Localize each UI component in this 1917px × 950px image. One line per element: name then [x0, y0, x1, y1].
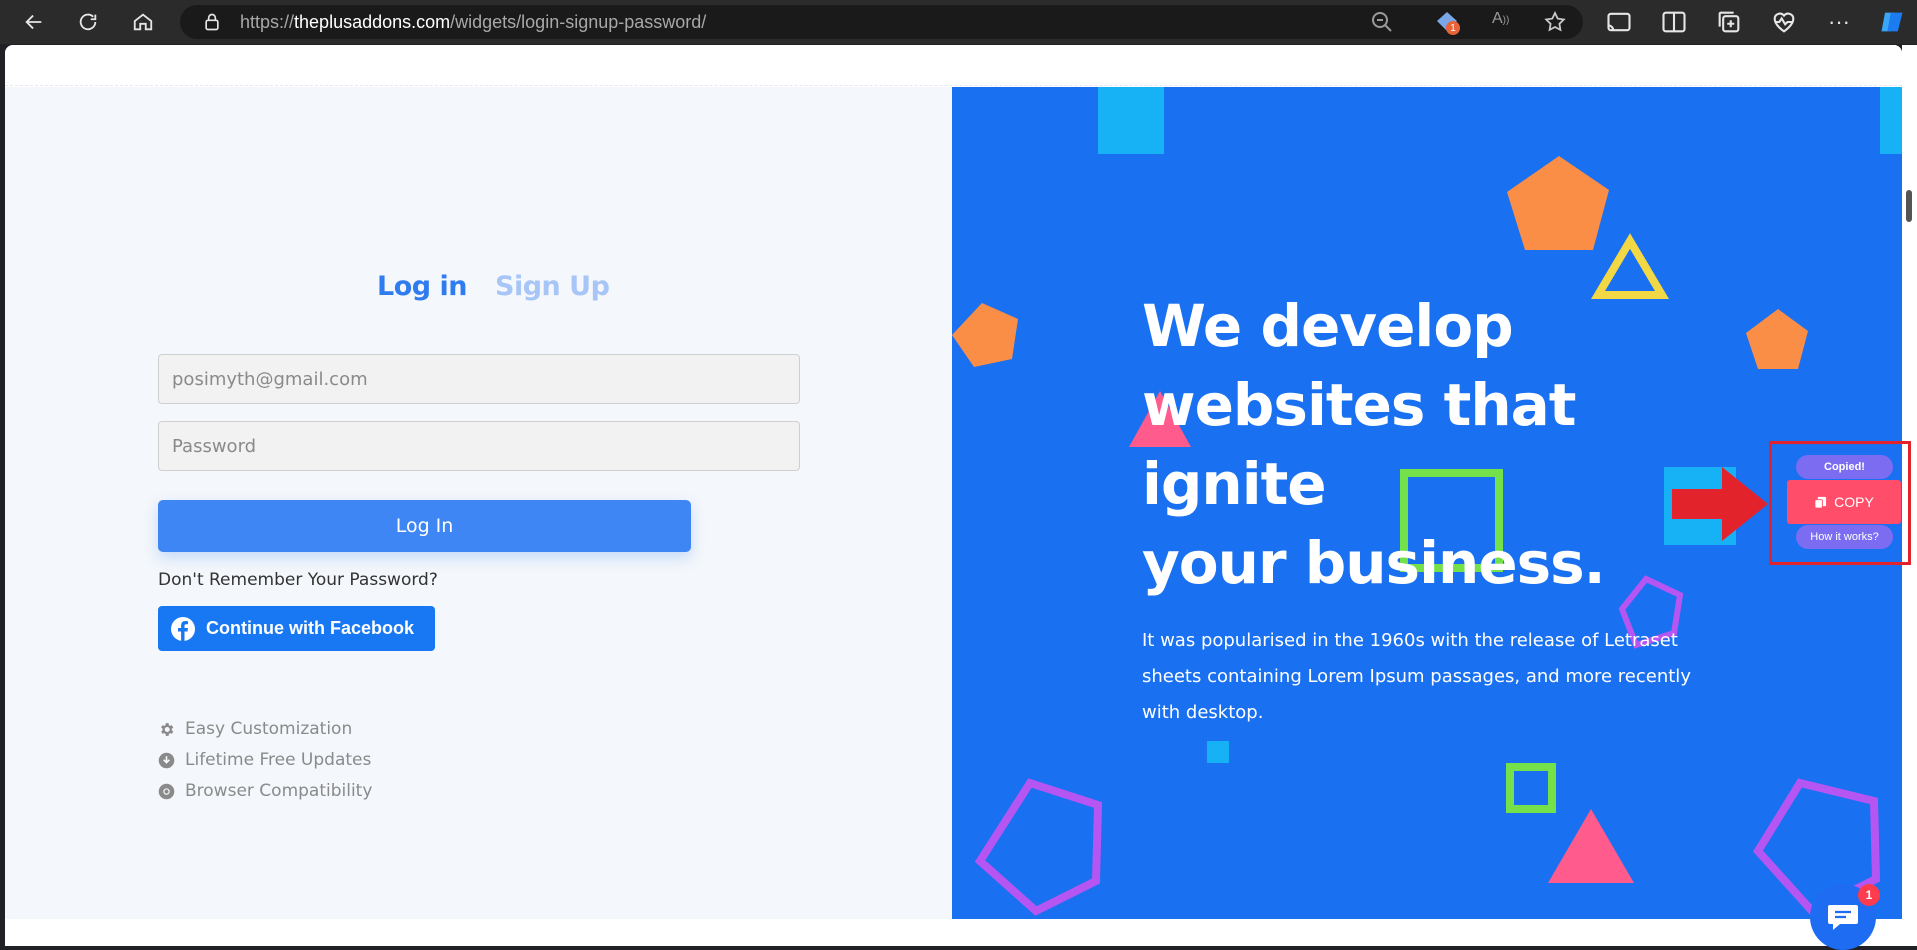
hero-text-line: sheets containing Lorem Ipsum passages, …	[1142, 666, 1691, 687]
favorite-star-icon[interactable]	[1543, 10, 1567, 34]
browser-toolbar: https://theplusaddons.com/widgets/login-…	[0, 0, 1917, 44]
feature-item: Browser Compatibility	[158, 781, 372, 801]
url-text[interactable]: https://theplusaddons.com/widgets/login-…	[240, 12, 706, 33]
split-screen-icon[interactable]	[1660, 8, 1688, 36]
decor-pentagon	[952, 303, 1018, 367]
copied-tooltip: Copied!	[1796, 455, 1893, 479]
tab-signup[interactable]: Sign Up	[495, 271, 610, 302]
facebook-icon	[171, 616, 195, 641]
feature-label: Browser Compatibility	[185, 781, 373, 801]
extension-badge: 1	[1446, 21, 1460, 35]
email-placeholder: posimyth@gmail.com	[172, 368, 368, 390]
gear-icon	[161, 722, 174, 736]
cast-icon[interactable]	[1605, 8, 1633, 36]
copy-icon	[1814, 496, 1827, 509]
feature-item: Lifetime Free Updates	[158, 750, 371, 770]
decor-square	[1207, 741, 1229, 763]
refresh-icon[interactable]	[74, 8, 102, 36]
web-page: Log in Sign Up posimyth@gmail.com Passwo…	[5, 45, 1902, 946]
decor-square-outline	[1506, 763, 1556, 813]
hero-description: It was popularised in the 1960s with the…	[1142, 623, 1732, 731]
annotation-arrow-icon	[1672, 467, 1768, 541]
decor-pentagon	[1746, 309, 1808, 369]
copy-button-label: COPY	[1834, 494, 1874, 510]
chrome-icon	[158, 783, 175, 799]
hero-title-line: We develop	[1142, 292, 1514, 360]
chat-notification-badge: 1	[1858, 884, 1880, 906]
chat-icon	[1828, 905, 1858, 930]
health-icon[interactable]	[1770, 8, 1798, 36]
decor-pentagon-outline	[974, 778, 1103, 916]
back-icon[interactable]	[20, 8, 48, 36]
hero-title-line: websites that ignite	[1142, 371, 1577, 518]
facebook-login-button[interactable]: Continue with Facebook	[158, 606, 435, 651]
read-aloud-icon[interactable]: A))	[1492, 10, 1516, 34]
scrollbar-thumb[interactable]	[1906, 190, 1912, 222]
lock-icon	[205, 13, 219, 31]
hero-text-line: It was popularised in the 1960s with the…	[1142, 630, 1678, 651]
decor-triangle	[1548, 809, 1634, 883]
copilot-icon[interactable]	[1878, 8, 1906, 36]
decor-square	[1880, 87, 1902, 154]
password-placeholder: Password	[172, 435, 257, 457]
tab-login[interactable]: Log in	[377, 271, 467, 302]
page-footer-strip	[5, 919, 1902, 946]
forgot-password-link[interactable]: Don't Remember Your Password?	[158, 570, 438, 590]
hero-title-line: your business.	[1142, 529, 1606, 597]
copy-button[interactable]: COPY	[1787, 480, 1901, 524]
extension-icon[interactable]: 1	[1434, 9, 1460, 35]
feature-label: Lifetime Free Updates	[185, 750, 372, 770]
how-it-works-link[interactable]: How it works?	[1796, 525, 1893, 549]
email-field[interactable]: posimyth@gmail.com	[158, 354, 800, 404]
facebook-button-label: Continue with Facebook	[206, 618, 415, 638]
download-circle-icon	[158, 752, 175, 768]
decor-square	[1098, 87, 1164, 154]
page-header-strip	[5, 45, 1902, 86]
collections-icon[interactable]	[1715, 8, 1743, 36]
hero-text-line: with desktop.	[1142, 702, 1264, 723]
address-bar[interactable]: https://theplusaddons.com/widgets/login-…	[180, 5, 1583, 39]
zoom-out-icon[interactable]	[1370, 10, 1394, 34]
home-icon[interactable]	[129, 8, 157, 36]
feature-label: Easy Customization	[185, 719, 353, 739]
feature-item: Easy Customization	[158, 719, 352, 739]
hero-title: We develop websites that ignite your bus…	[1142, 287, 1742, 603]
login-button[interactable]: Log In	[158, 500, 691, 552]
password-field[interactable]: Password	[158, 421, 800, 471]
more-menu-icon[interactable]: ···	[1825, 8, 1853, 36]
